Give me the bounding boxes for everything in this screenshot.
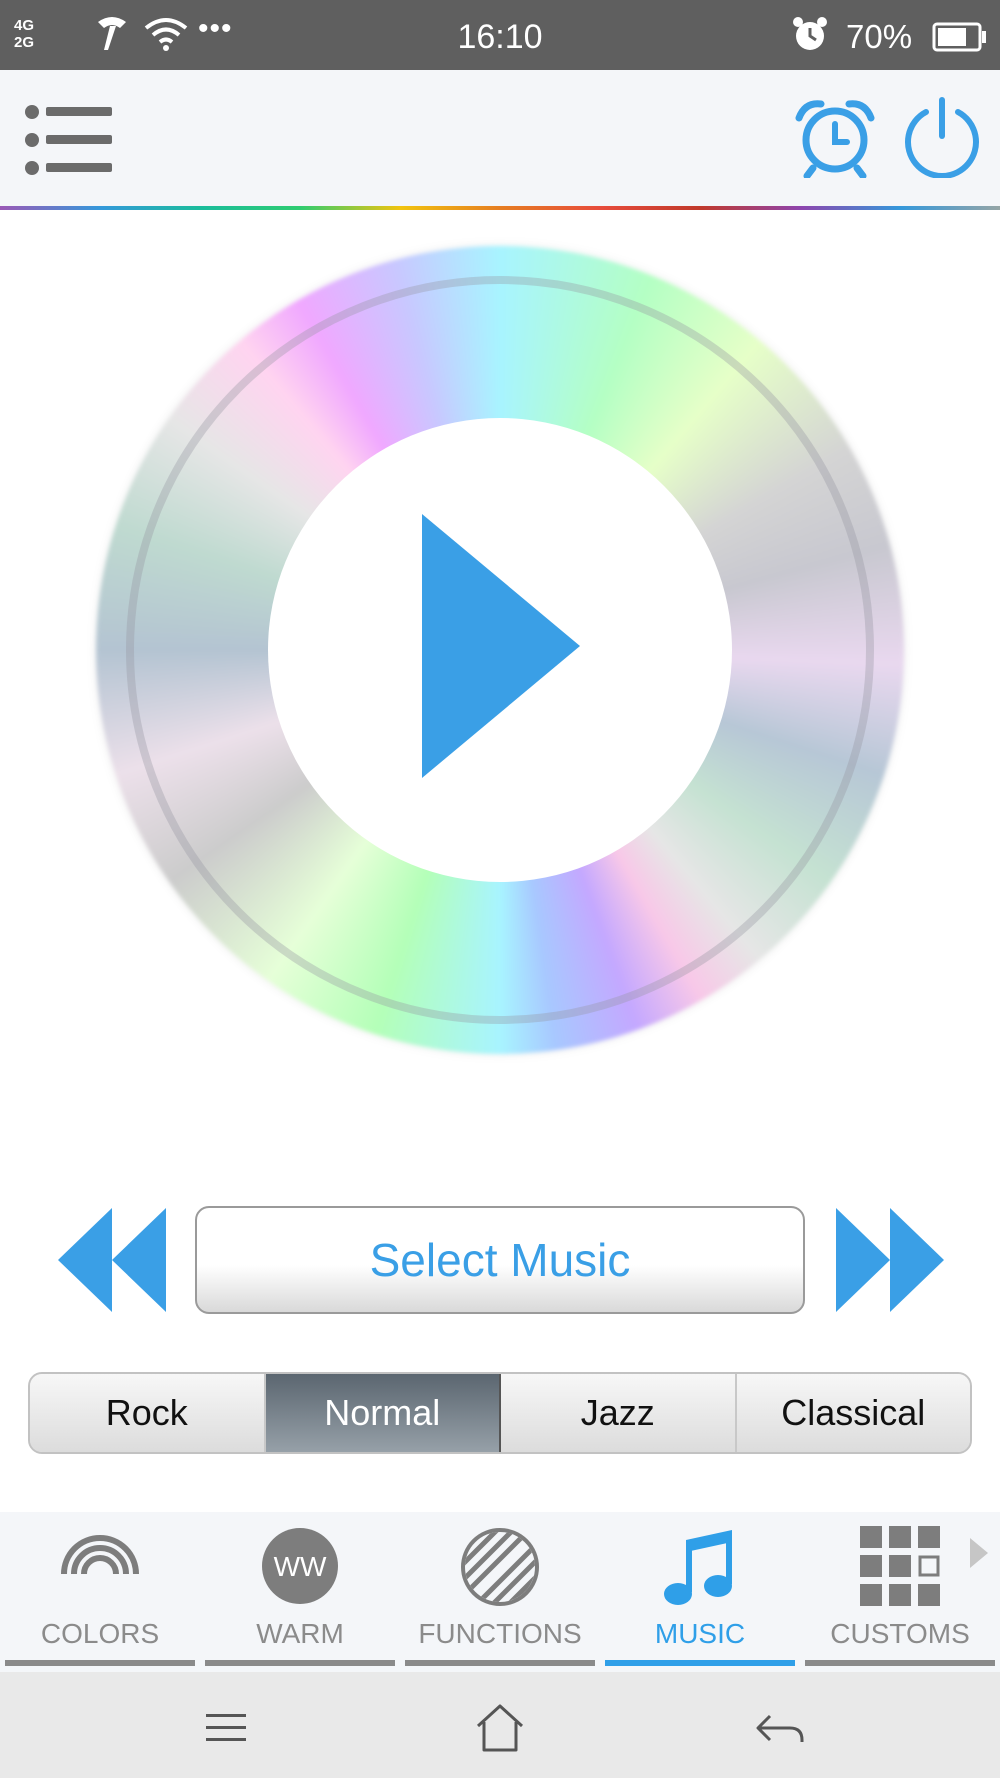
genre-classical[interactable]: Classical (736, 1374, 970, 1452)
alarm-clock-icon[interactable] (795, 98, 875, 178)
power-icon[interactable] (902, 96, 982, 178)
tab-colors[interactable]: COLORS (5, 1512, 195, 1672)
battery-icon (932, 22, 986, 52)
fast-forward-icon[interactable] (834, 1208, 946, 1312)
rainbow-icon (61, 1535, 139, 1575)
tab-label-music: MUSIC (654, 1618, 746, 1649)
ww-icon: WW (262, 1528, 338, 1604)
ww-icon-text: WW (274, 1551, 327, 1582)
bottom-tab-bar: COLORS WW WARM FUNCTIONS MUSIC CUSTOMS (0, 1512, 1000, 1672)
tab-label-customs: CUSTOMS (830, 1618, 970, 1649)
tab-music[interactable]: MUSIC (605, 1512, 795, 1672)
tab-underline (5, 1660, 195, 1666)
chevron-right-icon[interactable] (968, 1536, 990, 1570)
menu-list-icon[interactable] (24, 104, 114, 176)
tab-underline (805, 1660, 995, 1666)
battery-percent: 70% (846, 18, 913, 55)
rainbow-divider (0, 206, 1000, 210)
tab-customs[interactable]: CUSTOMS (805, 1512, 995, 1672)
system-nav-bar (0, 1672, 1000, 1778)
home-icon[interactable] (470, 1698, 530, 1758)
play-icon[interactable] (418, 510, 584, 782)
genre-selector: Rock Normal Jazz Classical (28, 1372, 972, 1454)
tab-label-warm: WARM (256, 1618, 344, 1649)
status-bar: 4G 2G ••• 16:10 70% (0, 0, 1000, 70)
app-bar (0, 70, 1000, 208)
tab-label-functions: FUNCTIONS (418, 1618, 582, 1649)
tab-underline (205, 1660, 395, 1666)
music-note-icon (664, 1530, 732, 1605)
tab-warm[interactable]: WW WARM (205, 1512, 395, 1672)
rewind-icon[interactable] (56, 1208, 168, 1312)
genre-normal[interactable]: Normal (265, 1374, 501, 1452)
genre-rock[interactable]: Rock (30, 1374, 266, 1452)
tab-label-colors: COLORS (40, 1618, 160, 1649)
alarm-icon (793, 17, 827, 50)
tab-functions[interactable]: FUNCTIONS (405, 1512, 595, 1672)
genre-jazz[interactable]: Jazz (501, 1374, 737, 1452)
tab-underline (605, 1660, 795, 1666)
menu-icon[interactable] (196, 1698, 256, 1758)
back-icon[interactable] (750, 1698, 810, 1758)
striped-circle-icon (461, 1528, 539, 1606)
tab-underline (405, 1660, 595, 1666)
select-music-button[interactable]: Select Music (195, 1206, 805, 1314)
grid-icon (860, 1526, 940, 1606)
